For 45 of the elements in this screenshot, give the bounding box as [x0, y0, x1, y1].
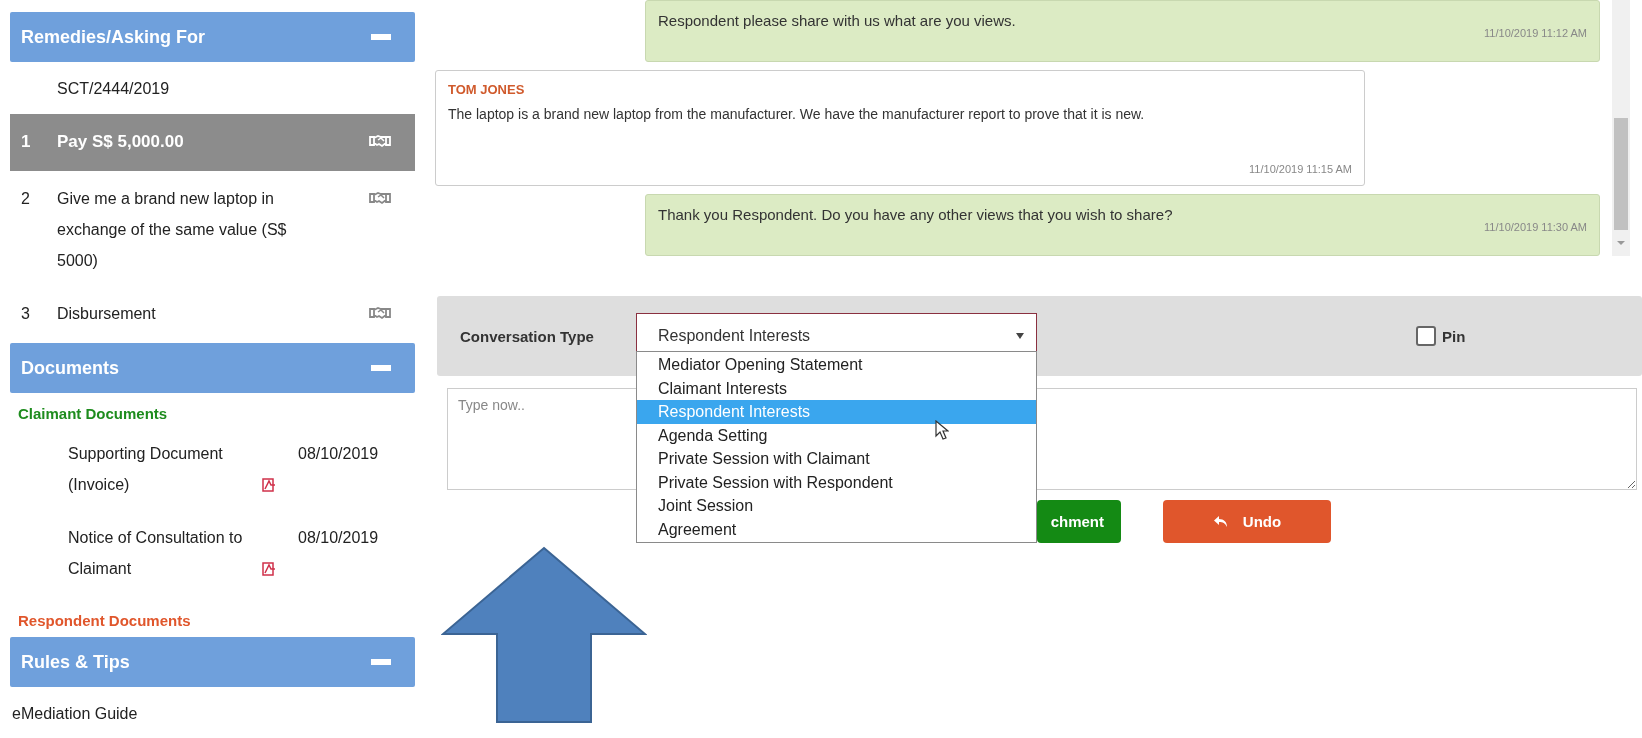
message-text: The laptop is a brand new laptop from the manufacturer. We have the manufacturer report to prove that it is new.: [448, 105, 1146, 122]
remedy-number: 3: [21, 304, 31, 324]
case-number: SCT/2444/2019: [56, 79, 171, 99]
undo-icon: [1212, 514, 1229, 529]
scrollbar[interactable]: [1612, 0, 1630, 256]
undo-button[interactable]: Undo: [1163, 500, 1331, 543]
guide-link[interactable]: eMediation Guide: [12, 705, 138, 722]
message-time: 11/10/2019 11:12 AM: [1484, 27, 1587, 39]
remedy-row[interactable]: 2 Give me a brand new laptop in exchange of the same value (S$ 5000): [10, 171, 415, 290]
panel-title: Documents: [21, 357, 119, 379]
caret-icon: [1016, 333, 1024, 339]
pdf-icon[interactable]: [262, 561, 276, 576]
panel-title: Remedies/Asking For: [21, 26, 206, 48]
remedy-text: Disbursement: [57, 304, 157, 324]
dropdown-option[interactable]: Agreement: [637, 517, 1036, 541]
message-text: Thank you Respondent. Do you have any other views that you wish to share?: [658, 206, 1174, 224]
remedy-row[interactable]: 3 Disbursement: [10, 290, 415, 343]
handshake-icon[interactable]: [369, 190, 391, 206]
pdf-icon[interactable]: [262, 477, 276, 492]
document-group-title: Claimant Documents: [17, 404, 169, 424]
mouse-pointer-icon: [935, 420, 949, 441]
dropdown-option[interactable]: Agenda Setting: [637, 423, 1036, 447]
message-text: Respondent please share with us what are you views.: [658, 12, 1017, 29]
document-name[interactable]: Notice of Consultation to Claimant: [68, 522, 258, 584]
handshake-icon[interactable]: [369, 133, 391, 149]
document-name[interactable]: Supporting Document (Invoice): [68, 438, 258, 500]
pin-checkbox[interactable]: Pin: [1416, 326, 1466, 346]
checkbox[interactable]: [1416, 326, 1436, 346]
remedy-number: 1: [21, 131, 32, 153]
remedy-text: Give me a brand new laptop in exchange of the same value (S$ 5000): [57, 189, 288, 271]
dropdown-option[interactable]: Joint Session: [637, 494, 1036, 518]
panel-title: Rules & Tips: [21, 651, 130, 673]
scroll-down-icon[interactable]: [1616, 240, 1626, 246]
document-date: 08/10/2019: [298, 444, 380, 464]
remedy-text: Pay S$ 5,000.00: [57, 131, 185, 153]
remedy-number: 2: [21, 189, 31, 209]
message-time: 11/10/2019 11:30 AM: [1484, 221, 1587, 234]
sender-name: TOM JONES: [448, 81, 526, 97]
handshake-icon[interactable]: [369, 305, 391, 321]
dropdown-option[interactable]: Private Session with Claimant: [637, 447, 1036, 471]
document-date: 08/10/2019: [298, 528, 380, 548]
document-group-title: Respondent Documents: [17, 611, 192, 631]
attachment-button[interactable]: chment: [1037, 500, 1121, 543]
message-time: 11/10/2019 11:15 AM: [1249, 163, 1352, 176]
conversation-type-label: Conversation Type: [460, 327, 595, 345]
